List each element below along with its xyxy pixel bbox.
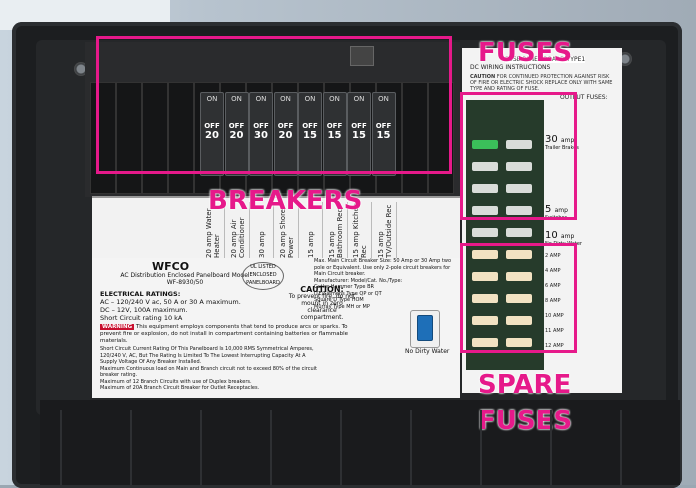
ratings-line: Short Circuit rating 10 kA — [100, 314, 183, 322]
warning-text: This equipment employs components that t… — [100, 324, 349, 344]
dc-caution: CAUTION FOR CONTINUED PROTECTION AGAINST… — [470, 74, 615, 92]
door-rib — [410, 410, 412, 485]
electrical-ratings: ELECTRICAL RATINGS: AC – 120/240 V ac, 5… — [100, 290, 270, 322]
bullet-item: Maximum Continuous load on Main and Bran… — [100, 365, 318, 379]
fuses-highlight-box — [460, 92, 577, 220]
fuse[interactable] — [472, 228, 498, 237]
breakers-annotation: BREAKERS — [208, 186, 363, 216]
breaker-label: 15 amp TV/Outside Rec — [373, 202, 397, 260]
door-rib — [200, 410, 202, 485]
door-rib — [480, 410, 482, 485]
warning-note: WARNING This equipment employs component… — [100, 324, 350, 345]
ratings-line: AC – 120/240 V ac, 50 A or 30 A maximum. — [100, 298, 241, 306]
toggle-label: No Dirty Water — [405, 348, 450, 355]
door-rib — [340, 410, 342, 485]
ratings-title: ELECTRICAL RATINGS: — [100, 290, 181, 298]
bullet-item: Short Circuit Current Rating Of This Pan… — [100, 346, 314, 365]
bullet-list: Short Circuit Current Rating Of This Pan… — [100, 346, 320, 392]
spare-fuses-annotation: FUSES — [478, 406, 573, 436]
table-title: Max. Main Circuit Breaker Size: 50 Amp o… — [314, 258, 452, 277]
door-rib — [130, 410, 132, 485]
fuse-unit: amp — [560, 233, 575, 240]
table-row: Murray Type MH or MP — [314, 303, 370, 310]
door-rib — [60, 410, 62, 485]
toggle-switch[interactable] — [410, 310, 440, 348]
door-rib — [270, 410, 272, 485]
panel-door[interactable] — [40, 400, 680, 485]
fuses-annotation: FUSES — [478, 38, 573, 68]
spare-fuses-highlight-box — [460, 243, 577, 353]
panel-subtitle: AC Distribution Enclosed Panelboard Mode… — [120, 272, 250, 286]
fuse[interactable] — [506, 228, 532, 237]
fuse-value: 10 — [545, 230, 558, 241]
door-rib — [550, 410, 552, 485]
ratings-line: DC – 12V, 100A maximum. — [100, 306, 188, 314]
info-panel: WFCO AC Distribution Enclosed Panelboard… — [92, 258, 460, 398]
warning-label: WARNING — [100, 324, 135, 330]
spare-annotation: SPARE — [478, 370, 572, 400]
breakers-highlight-box — [96, 36, 452, 174]
door-rib — [620, 410, 622, 485]
bullet-item: Maximum of 20A Branch Circuit Breaker fo… — [100, 385, 260, 391]
switch-rocker-icon[interactable] — [417, 315, 433, 341]
ul-badge-icon: UL LISTED ENCLOSED PANELBOARD — [242, 262, 284, 290]
